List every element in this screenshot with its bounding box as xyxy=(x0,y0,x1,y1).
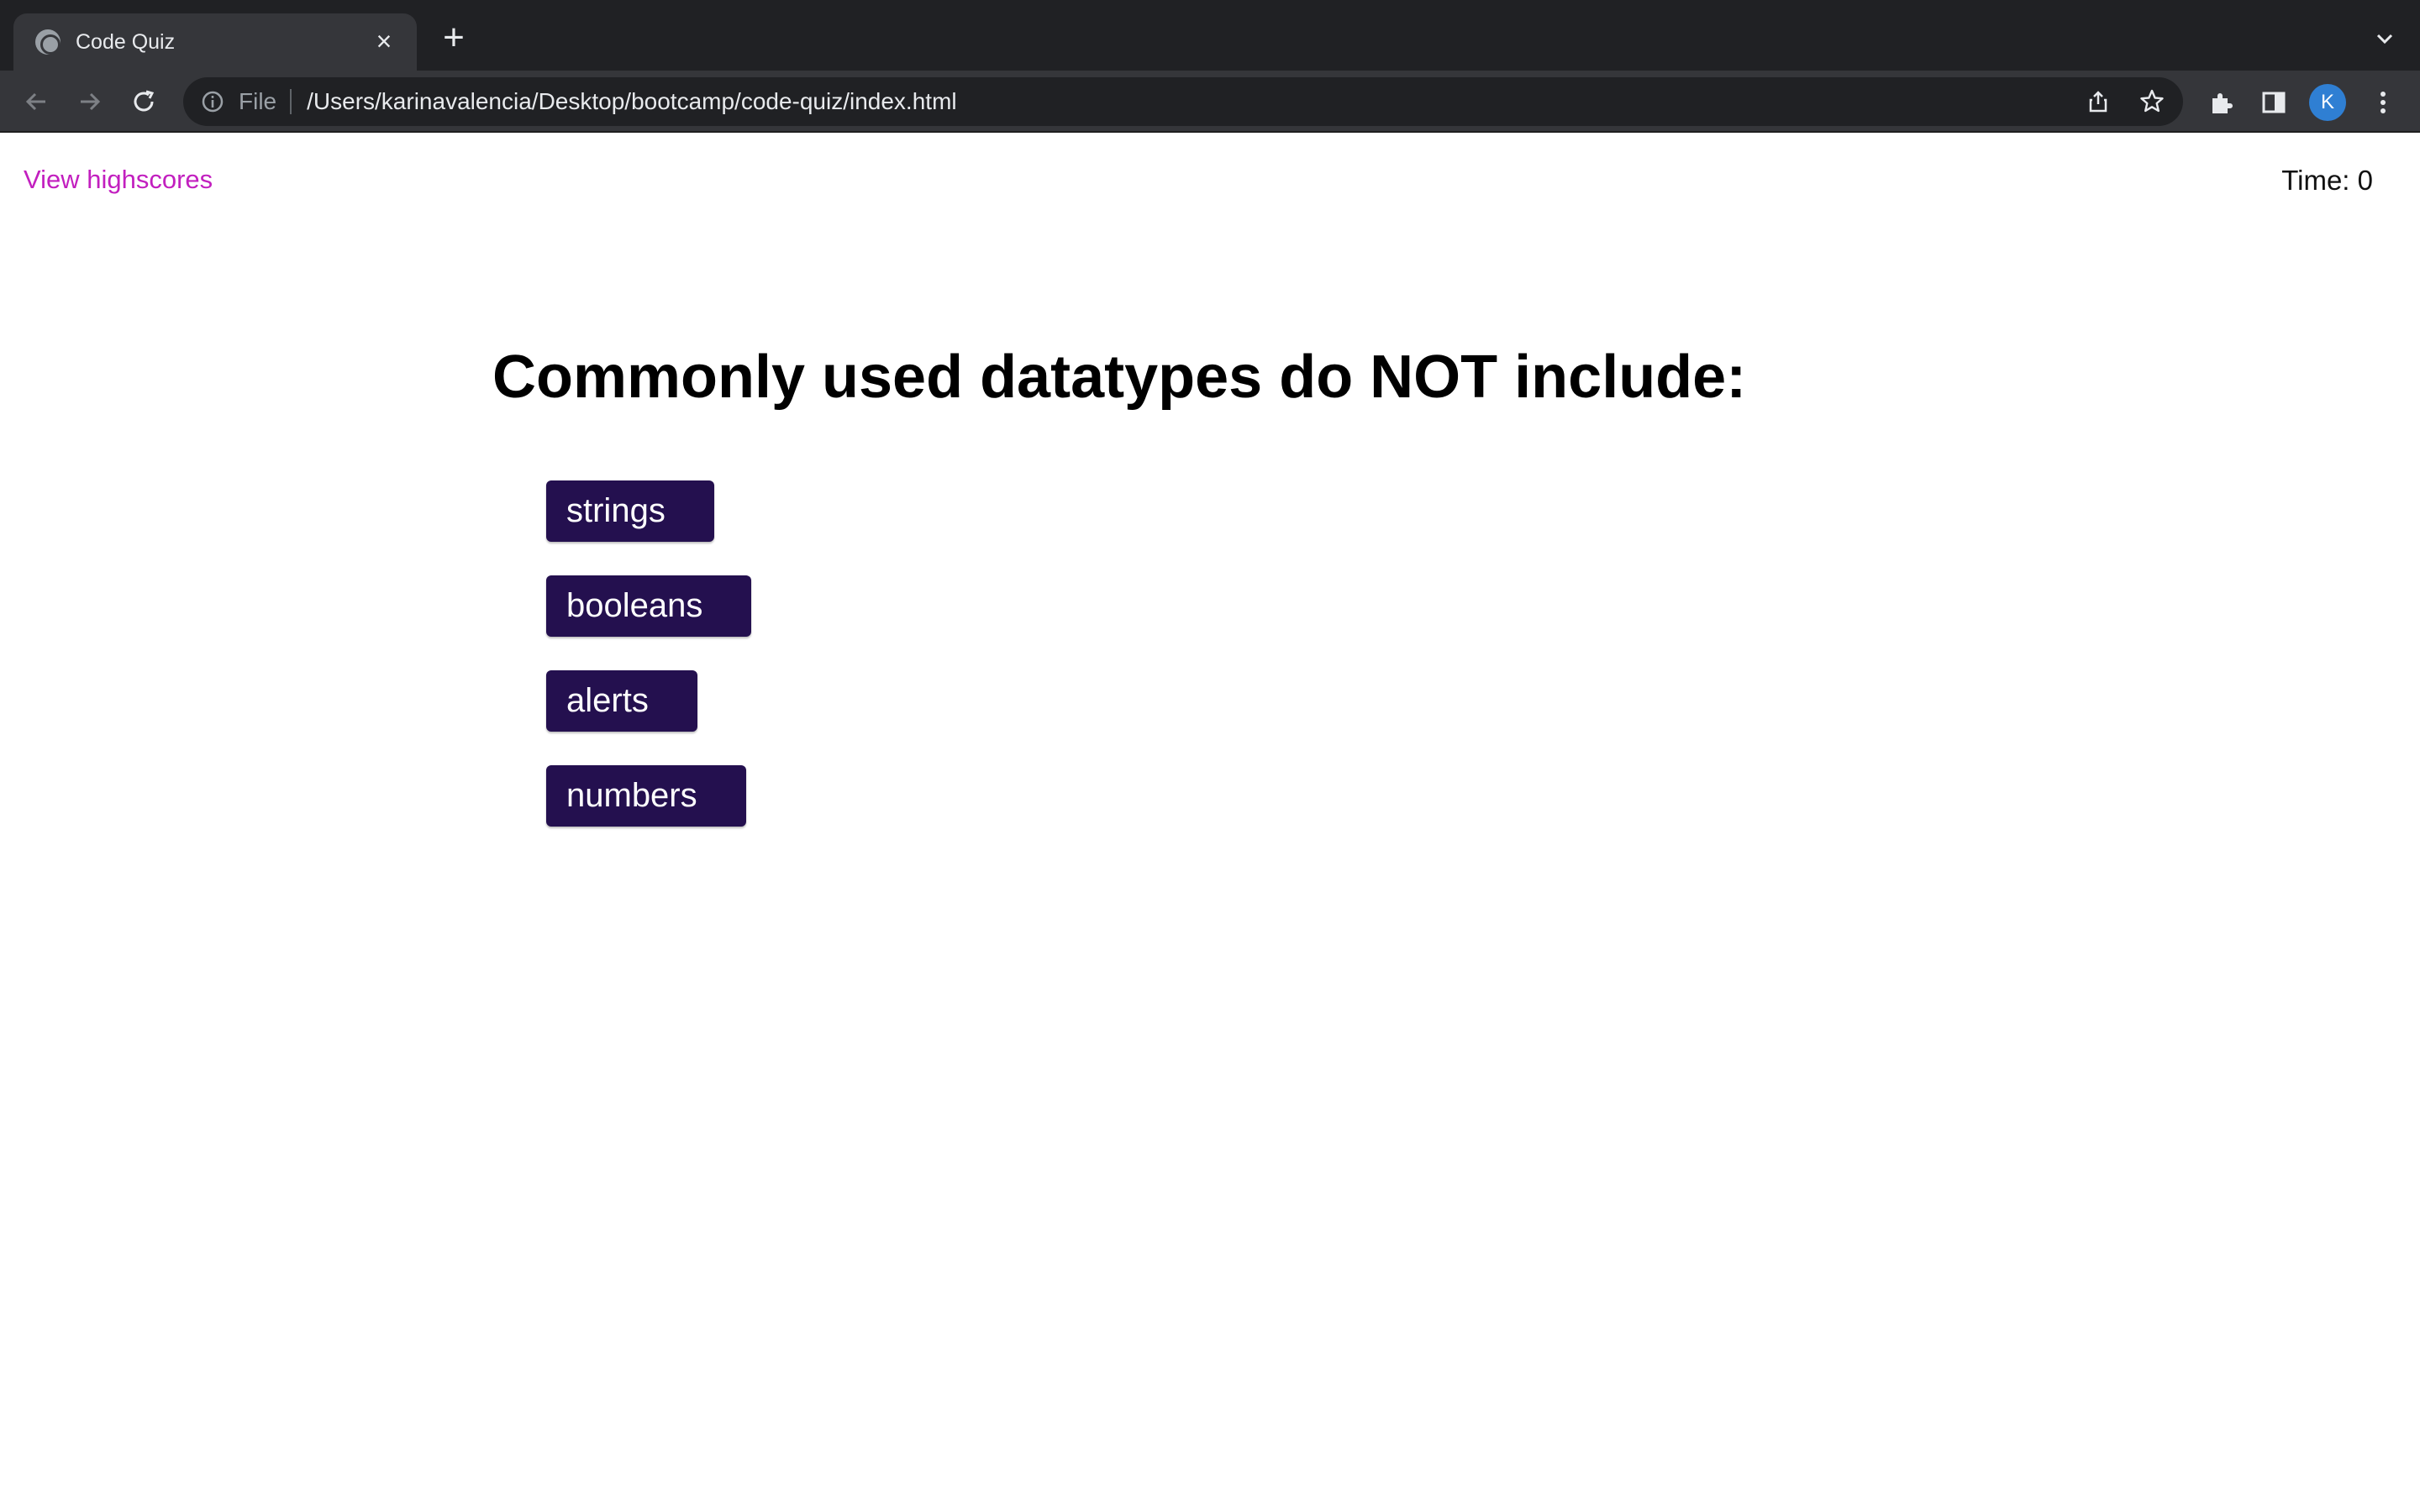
question-title: Commonly used datatypes do NOT include: xyxy=(492,344,1747,411)
page-content: View highscores Time: 0 Commonly used da… xyxy=(0,133,2420,1512)
timer-display: Time: 0 xyxy=(2281,165,2373,196)
new-tab-icon[interactable]: + xyxy=(437,19,471,56)
close-tab-icon[interactable]: × xyxy=(370,28,398,56)
address-scheme: File xyxy=(239,88,277,114)
more-menu-icon[interactable] xyxy=(2365,84,2402,121)
extensions-puzzle-icon[interactable] xyxy=(2203,84,2240,121)
info-icon[interactable] xyxy=(200,89,225,114)
avatar: K xyxy=(2309,84,2346,121)
tab-strip: Code Quiz × + xyxy=(0,0,2420,71)
answer-list: strings booleans alerts numbers xyxy=(546,480,752,827)
share-icon[interactable] xyxy=(2084,87,2112,116)
view-highscores-link[interactable]: View highscores xyxy=(24,165,213,195)
address-separator xyxy=(290,89,292,114)
globe-icon xyxy=(35,29,60,55)
forward-arrow-icon[interactable] xyxy=(72,84,108,119)
answer-button-strings[interactable]: strings xyxy=(546,480,714,542)
address-url[interactable]: /Users/karinavalencia/Desktop/bootcamp/c… xyxy=(307,88,957,115)
browser-toolbar: File /Users/karinavalencia/Desktop/bootc… xyxy=(0,71,2420,133)
address-bar[interactable]: File /Users/karinavalencia/Desktop/bootc… xyxy=(183,77,2183,126)
profile-avatar[interactable]: K xyxy=(2309,84,2346,121)
answer-button-numbers[interactable]: numbers xyxy=(546,765,746,827)
tab-code-quiz[interactable]: Code Quiz × xyxy=(13,13,417,71)
answer-button-booleans[interactable]: booleans xyxy=(546,575,752,637)
answer-button-alerts[interactable]: alerts xyxy=(546,670,697,732)
address-actions xyxy=(2084,87,2166,116)
tab-title: Code Quiz xyxy=(76,29,176,54)
tab-search-chevron-icon[interactable] xyxy=(2371,25,2398,52)
bookmark-star-icon[interactable] xyxy=(2138,87,2166,116)
back-arrow-icon[interactable] xyxy=(18,84,54,119)
reload-icon[interactable] xyxy=(126,84,161,119)
side-panel-icon[interactable] xyxy=(2255,84,2292,121)
